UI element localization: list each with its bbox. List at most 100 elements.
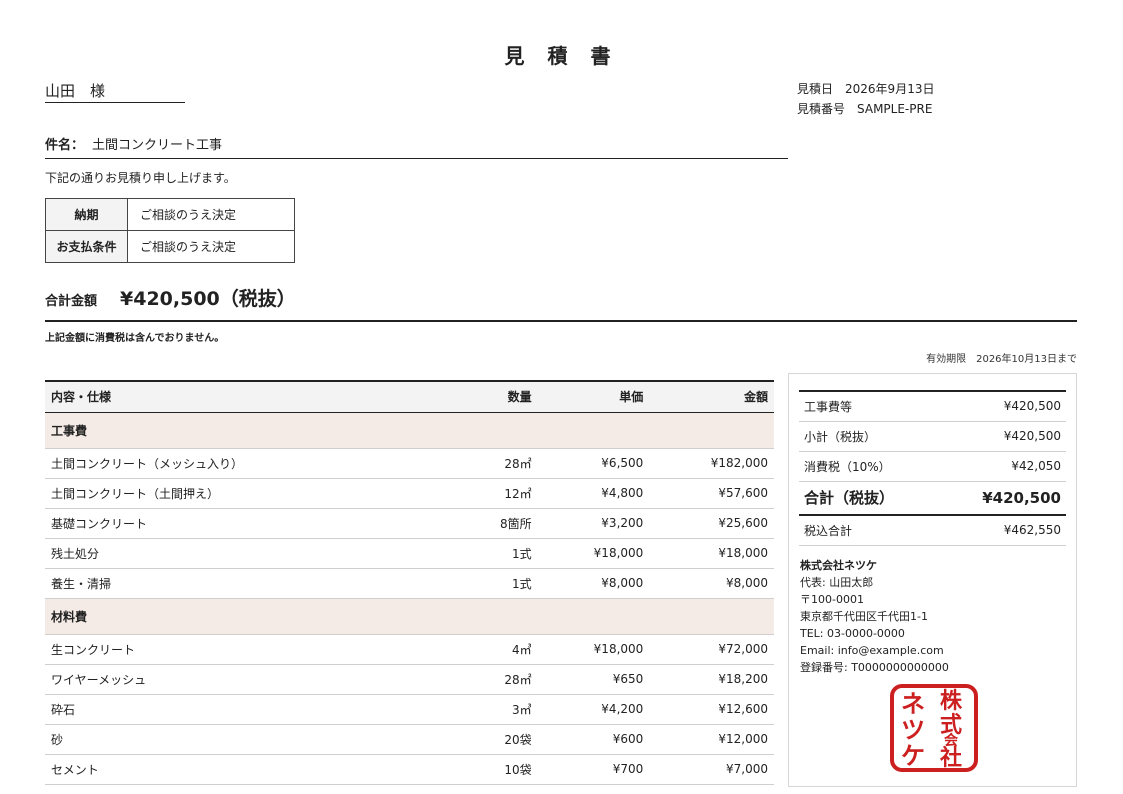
table-row: 養生・清掃 1式 ¥8,000 ¥8,000	[45, 568, 774, 599]
validity-label: 有効期限	[926, 354, 967, 365]
seal-char: 社	[940, 745, 962, 771]
item-name: 砕石	[45, 694, 428, 725]
grand-total-value: ¥420,500	[940, 481, 1066, 516]
table-row: ワイヤーメッシュ 28㎡ ¥650 ¥18,200	[45, 664, 774, 695]
summary-label: 工事費等	[799, 390, 941, 422]
company-info: 株式会社ネツケ 代表: 山田太郎 〒100-0001 東京都千代田区千代田1-1…	[800, 557, 949, 676]
total-amount-label: 合計金額	[45, 294, 98, 309]
header-amount: 金額	[649, 380, 774, 413]
item-name: 基礎コンクリート	[45, 508, 428, 539]
summary-panel: 工事費等 ¥420,500 小計（税抜） ¥420,500 消費税（10%） ¥…	[788, 373, 1077, 787]
seal-char: 株	[940, 689, 963, 714]
table-row: 砂 20袋 ¥600 ¥12,000	[45, 724, 774, 755]
terms-row: 納期 ご相談のうえ決定	[45, 198, 295, 231]
table-row: 土間コンクリート（メッシュ入り） 28㎡ ¥6,500 ¥182,000	[45, 448, 774, 479]
tax-included-label: 税込合計	[799, 515, 941, 546]
header-name: 内容・仕様	[45, 380, 428, 413]
validity-date: 2026年10月13日まで	[976, 354, 1077, 365]
seal-lettering: 株 式 会 社 ネ ツ ケ	[901, 689, 963, 771]
seal-char: ケ	[901, 742, 925, 770]
summary-label: 消費税（10%）	[799, 451, 941, 482]
item-quantity: 1式	[427, 538, 538, 569]
item-amount: ¥7,000	[649, 754, 774, 785]
summary-table: 工事費等 ¥420,500 小計（税抜） ¥420,500 消費税（10%） ¥…	[799, 390, 1066, 546]
terms-row: お支払条件 ご相談のうえ決定	[45, 230, 295, 263]
item-quantity: 4㎥	[427, 634, 538, 665]
summary-value: ¥420,500	[940, 421, 1066, 452]
grand-total-label: 合計（税抜）	[799, 481, 941, 516]
item-amount: ¥12,600	[649, 694, 774, 725]
table-row: 砕石 3㎥ ¥4,200 ¥12,600	[45, 694, 774, 725]
table-row: 生コンクリート 4㎥ ¥18,000 ¥72,000	[45, 634, 774, 665]
company-postal-code: 〒100-0001	[800, 593, 864, 606]
summary-value: ¥42,050	[940, 451, 1066, 482]
company-phone: TEL: 03-0000-0000	[800, 627, 905, 640]
item-quantity: 28㎡	[427, 448, 538, 479]
company-address: 東京都千代田区千代田1-1	[800, 610, 928, 623]
tax-included-row: 税込合計 ¥462,550	[799, 515, 1066, 546]
item-name: 残土処分	[45, 538, 428, 569]
item-unit-price: ¥4,200	[537, 694, 650, 725]
header-unit-price: 単価	[537, 380, 650, 413]
company-email: Email: info@example.com	[800, 644, 944, 657]
subject-value: 土間コンクリート工事	[92, 138, 223, 153]
category-name: 材料費	[45, 598, 774, 635]
item-quantity: 28㎡	[427, 664, 538, 695]
item-name: 土間コンクリート（メッシュ入り）	[45, 448, 428, 479]
item-amount: ¥18,000	[649, 538, 774, 569]
summary-row: 小計（税抜） ¥420,500	[799, 421, 1066, 452]
estimate-meta: 見積日 2026年9月13日 見積番号 SAMPLE-PRE	[797, 79, 934, 119]
document-title: 見 積 書	[504, 44, 619, 68]
payment-terms-label: お支払条件	[45, 230, 128, 263]
company-registration-number: 登録番号: T0000000000000	[800, 661, 949, 674]
item-unit-price: ¥4,800	[537, 478, 650, 509]
item-unit-price: ¥700	[537, 754, 650, 785]
intro-text: 下記の通りお見積り申し上げます。	[45, 171, 236, 185]
item-amount: ¥72,000	[649, 634, 774, 665]
subject-label: 件名：	[45, 138, 85, 153]
item-amount: ¥8,000	[649, 568, 774, 599]
item-quantity: 1式	[427, 568, 538, 599]
total-amount-section: 合計金額 ¥420,500（税抜）	[45, 284, 1077, 322]
item-amount: ¥182,000	[649, 448, 774, 479]
item-unit-price: ¥3,200	[537, 508, 650, 539]
line-items-table: 内容・仕様 数量 単価 金額 工事費 土間コンクリート（メッシュ入り） 28㎡ ¥6,…	[45, 380, 774, 785]
item-unit-price: ¥18,000	[537, 538, 650, 569]
total-amount-value: ¥420,500（税抜）	[120, 288, 296, 310]
payment-terms-value: ご相談のうえ決定	[127, 230, 295, 263]
item-name: セメント	[45, 754, 428, 785]
delivery-value: ご相談のうえ決定	[127, 198, 295, 231]
tax-note: 上記金額に消費税は含んでおりません。	[45, 333, 225, 344]
item-unit-price: ¥6,500	[537, 448, 650, 479]
recipient-name: 山田 様	[45, 80, 185, 103]
grand-total-row: 合計（税抜） ¥420,500	[799, 481, 1066, 516]
item-amount: ¥25,600	[649, 508, 774, 539]
summary-value: ¥420,500	[940, 390, 1066, 422]
summary-label: 小計（税抜）	[799, 421, 941, 452]
seal-char: ネ	[901, 690, 925, 718]
item-unit-price: ¥8,000	[537, 568, 650, 599]
table-row: 土間コンクリート（土間押え） 12㎡ ¥4,800 ¥57,600	[45, 478, 774, 509]
table-row: セメント 10袋 ¥700 ¥7,000	[45, 754, 774, 785]
item-quantity: 8箇所	[427, 508, 538, 539]
company-seal-stamp: 株 式 会 社 ネ ツ ケ	[890, 684, 978, 772]
estimate-date-value: 2026年9月13日	[845, 82, 935, 96]
subject-line: 件名： 土間コンクリート工事	[45, 134, 788, 159]
item-name: 生コンクリート	[45, 634, 428, 665]
table-row: 残土処分 1式 ¥18,000 ¥18,000	[45, 538, 774, 569]
summary-row: 工事費等 ¥420,500	[799, 390, 1066, 422]
line-items-body: 工事費 土間コンクリート（メッシュ入り） 28㎡ ¥6,500 ¥182,000 土間コン…	[45, 412, 774, 785]
estimate-number-label: 見積番号	[797, 102, 846, 116]
item-name: 土間コンクリート（土間押え）	[45, 478, 428, 509]
item-unit-price: ¥600	[537, 724, 650, 755]
item-name: 砂	[45, 724, 428, 755]
summary-row: 消費税（10%） ¥42,050	[799, 451, 1066, 482]
validity-period: 有効期限 2026年10月13日まで	[926, 350, 1077, 365]
company-name: 株式会社ネツケ	[800, 559, 877, 572]
item-quantity: 10袋	[427, 754, 538, 785]
category-row: 工事費	[45, 412, 774, 449]
item-quantity: 12㎡	[427, 478, 538, 509]
item-unit-price: ¥650	[537, 664, 650, 695]
company-representative: 代表: 山田太郎	[800, 576, 874, 589]
item-quantity: 20袋	[427, 724, 538, 755]
